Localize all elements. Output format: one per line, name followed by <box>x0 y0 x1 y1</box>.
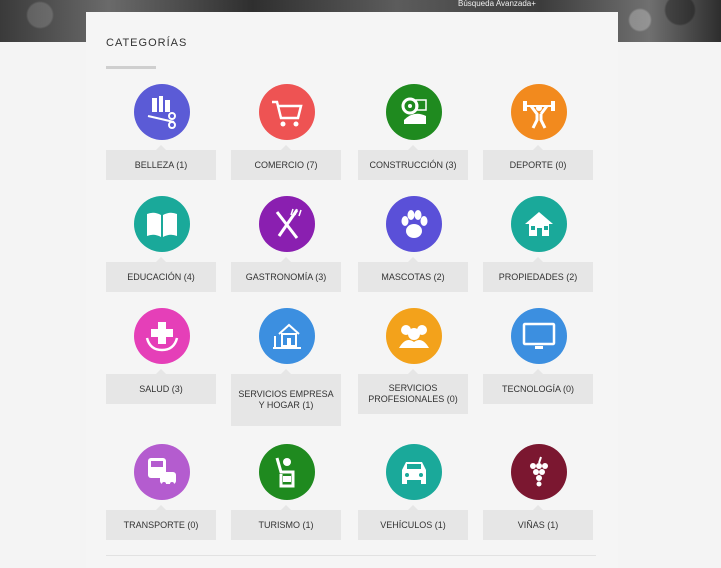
category-item[interactable]: SERVICIOS EMPRESA Y HOGAR (1) <box>231 308 343 426</box>
category-item[interactable]: SERVICIOS PROFESIONALES (0) <box>358 308 470 414</box>
weightlifter-icon <box>523 101 555 129</box>
category-item[interactable]: MASCOTAS (2) <box>358 196 470 296</box>
title-underline <box>106 66 156 69</box>
tourist-icon <box>275 457 295 488</box>
bus-icon <box>148 458 176 486</box>
category-label[interactable]: MASCOTAS (2) <box>358 257 468 292</box>
category-icon-circle[interactable] <box>511 308 567 364</box>
category-item[interactable]: TECNOLOGÍA (0) <box>483 308 595 408</box>
category-label[interactable]: GASTRONOMÍA (3) <box>231 257 341 292</box>
category-item[interactable]: SALUD (3) <box>106 308 218 408</box>
group-icon <box>399 325 429 348</box>
category-icon-circle[interactable] <box>511 444 567 500</box>
monitor-icon <box>522 322 556 349</box>
category-item[interactable]: VEHÍCULOS (1) <box>358 444 470 544</box>
home-service-icon <box>273 323 301 349</box>
category-label[interactable]: SERVICIOS EMPRESA Y HOGAR (1) <box>231 369 341 426</box>
category-icon-circle[interactable] <box>386 308 442 364</box>
category-icon-circle[interactable] <box>134 308 190 364</box>
category-label[interactable]: SERVICIOS PROFESIONALES (0) <box>358 369 468 414</box>
advanced-search-link[interactable]: Búsqueda Avanzada+ <box>458 0 536 8</box>
category-icon-circle[interactable] <box>259 444 315 500</box>
category-item[interactable]: GASTRONOMÍA (3) <box>231 196 343 296</box>
category-icon-circle[interactable] <box>259 308 315 364</box>
category-label[interactable]: SALUD (3) <box>106 369 216 404</box>
category-icon-circle[interactable] <box>259 196 315 252</box>
category-label[interactable]: BELLEZA (1) <box>106 145 216 180</box>
category-label[interactable]: EDUCACIÓN (4) <box>106 257 216 292</box>
category-item[interactable]: BELLEZA (1) <box>106 84 218 184</box>
category-label[interactable]: TURISMO (1) <box>231 505 341 540</box>
category-icon-circle[interactable] <box>134 444 190 500</box>
grapes-icon <box>530 456 548 487</box>
category-icon-circle[interactable] <box>134 196 190 252</box>
category-item[interactable]: CONSTRUCCIÓN (3) <box>358 84 470 184</box>
car-icon <box>402 462 426 484</box>
health-cross-icon <box>145 322 179 352</box>
category-item[interactable]: DEPORTE (0) <box>483 84 595 184</box>
section-title: CATEGORÍAS <box>106 37 188 49</box>
category-icon-circle[interactable] <box>386 444 442 500</box>
category-label[interactable]: COMERCIO (7) <box>231 145 341 180</box>
category-label[interactable]: PROPIEDADES (2) <box>483 257 593 292</box>
categories-card: CATEGORÍAS BELLEZA (1) COMERCIO (7) CONSTR… <box>86 12 618 568</box>
category-label[interactable]: VIÑAS (1) <box>483 505 593 540</box>
category-item[interactable]: VIÑAS (1) <box>483 444 595 544</box>
category-icon-circle[interactable] <box>134 84 190 140</box>
category-item[interactable]: COMERCIO (7) <box>231 84 343 184</box>
category-label[interactable]: VEHÍCULOS (1) <box>358 505 468 540</box>
category-label[interactable]: TECNOLOGÍA (0) <box>483 369 593 404</box>
category-item[interactable]: PROPIEDADES (2) <box>483 196 595 296</box>
category-icon-circle[interactable] <box>511 84 567 140</box>
category-icon-circle[interactable] <box>259 84 315 140</box>
category-label[interactable]: DEPORTE (0) <box>483 145 593 180</box>
category-icon-circle[interactable] <box>511 196 567 252</box>
paw-icon <box>401 210 428 238</box>
divider <box>106 555 596 556</box>
category-icon-circle[interactable] <box>386 84 442 140</box>
fork-knife-icon <box>275 208 302 239</box>
category-label[interactable]: TRANSPORTE (0) <box>106 505 216 540</box>
category-icon-circle[interactable] <box>386 196 442 252</box>
category-item[interactable]: TRANSPORTE (0) <box>106 444 218 544</box>
book-icon <box>147 212 177 237</box>
category-item[interactable]: EDUCACIÓN (4) <box>106 196 218 296</box>
construction-icon <box>401 97 427 124</box>
beauty-icon <box>147 96 176 129</box>
shopping-cart-icon <box>272 100 303 127</box>
category-item[interactable]: TURISMO (1) <box>231 444 343 544</box>
house-icon <box>525 212 553 236</box>
category-label[interactable]: CONSTRUCCIÓN (3) <box>358 145 468 180</box>
